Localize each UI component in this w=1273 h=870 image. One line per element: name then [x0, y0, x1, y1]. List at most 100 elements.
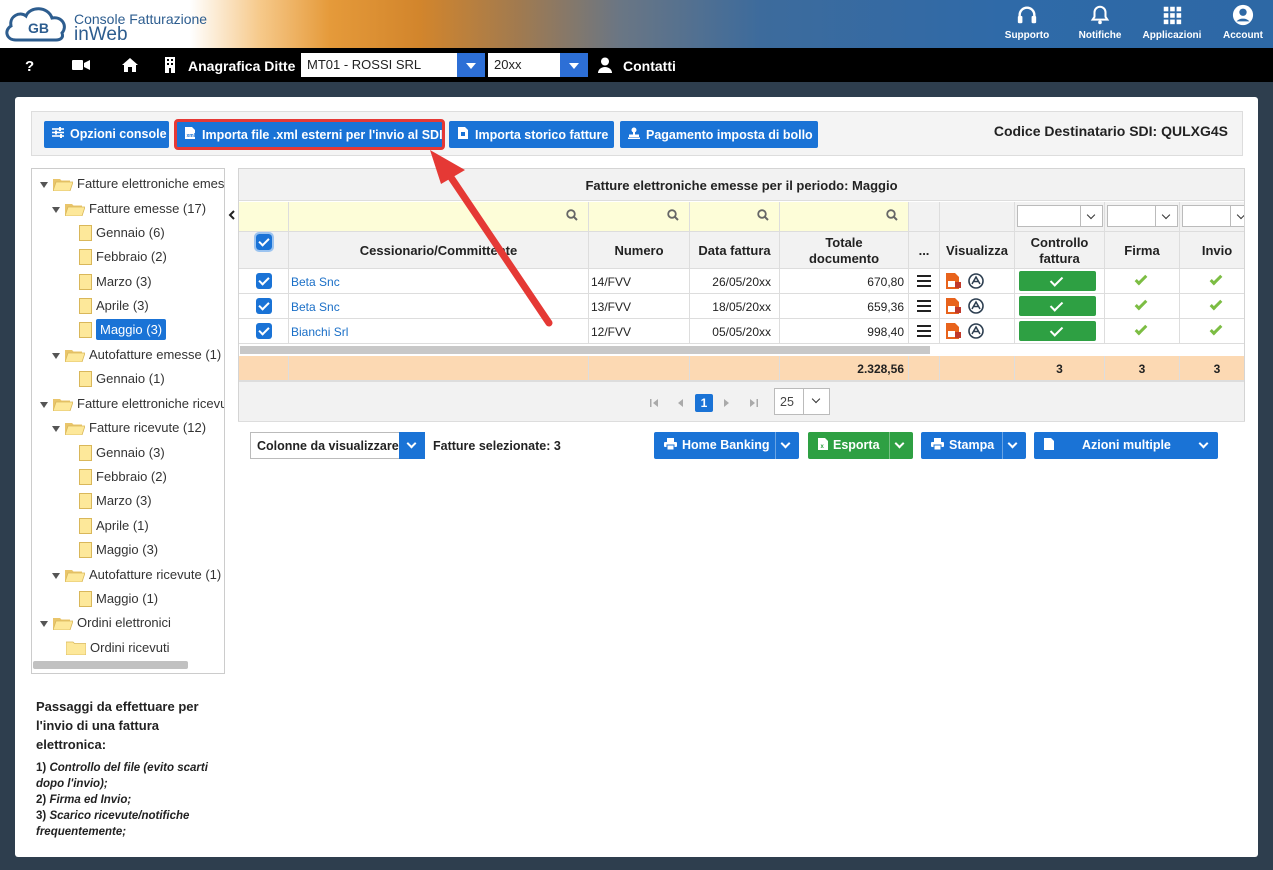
menu-icon[interactable]: [917, 325, 931, 337]
tree-node-emesse-marzo[interactable]: Marzo (3): [79, 273, 152, 296]
controllo-ok-button[interactable]: [1019, 321, 1096, 341]
tree-label: Autofatture emesse (1): [89, 347, 222, 362]
nav-bar: ? Anagrafica Ditte MT01 - ROSSI SRL 20xx…: [0, 48, 1273, 82]
row-cessionario[interactable]: Beta Snc: [289, 294, 589, 319]
instructions-box: Passaggi da effettuare per l'invio di un…: [36, 697, 226, 840]
tree-node-emesse-febbraio[interactable]: Febbraio (2): [79, 248, 167, 271]
signature-badge-icon[interactable]: [968, 298, 984, 314]
esporta-button[interactable]: x Esporta: [808, 432, 913, 459]
chevron-down-icon: [1230, 206, 1244, 226]
importa-storico-button[interactable]: Importa storico fatture: [449, 121, 614, 148]
header-data[interactable]: Data fattura: [690, 232, 780, 269]
importa-xml-button[interactable]: xml Importa file .xml esterni per l'invio…: [174, 119, 445, 150]
contatti-link[interactable]: Contatti: [623, 58, 676, 74]
collapse-tree-chevron-icon[interactable]: [228, 210, 236, 220]
menu-icon[interactable]: [917, 300, 931, 312]
pagamento-bollo-button[interactable]: Pagamento imposta di bollo: [620, 121, 818, 148]
header-firma[interactable]: Firma: [1105, 232, 1180, 269]
home-banking-button[interactable]: Home Banking: [654, 432, 799, 459]
tree-node-fatture-ricevute[interactable]: Fatture ricevute (12): [52, 420, 206, 442]
header-totale[interactable]: Totale documento: [780, 232, 909, 269]
row-checkbox[interactable]: [256, 298, 272, 314]
tree-node-ricevute-maggio[interactable]: Maggio (3): [79, 541, 158, 564]
tree-node-ordini-elettronici[interactable]: Ordini elettronici: [40, 615, 171, 637]
tree-node-fatture-emesse[interactable]: Fatture emesse (17): [52, 201, 206, 223]
tree-node-fatture-emesse-root[interactable]: Fatture elettroniche emesse: [40, 176, 224, 198]
applicazioni-button[interactable]: Applicazioni: [1137, 4, 1207, 46]
help-button[interactable]: ?: [25, 58, 34, 75]
first-page-icon[interactable]: [649, 398, 659, 408]
tree-node-ricevute-gennaio[interactable]: Gennaio (3): [79, 444, 165, 467]
row-cessionario[interactable]: Beta Snc: [289, 269, 589, 294]
controllo-ok-button[interactable]: [1019, 296, 1096, 316]
pdf-file-icon[interactable]: [945, 298, 961, 314]
row-controllo-cell: [1015, 269, 1105, 294]
colonne-select[interactable]: Colonne da visualizzare: [250, 432, 425, 459]
last-page-icon[interactable]: [749, 398, 759, 408]
tree-node-emesse-maggio[interactable]: Maggio (3): [79, 319, 167, 344]
opzioni-console-button[interactable]: Opzioni console: [44, 121, 169, 148]
tree-node-ricevute-febbraio[interactable]: Febbraio (2): [79, 468, 167, 491]
home-icon[interactable]: [121, 57, 139, 73]
tree-node-emesse-gennaio[interactable]: Gennaio (6): [79, 224, 165, 247]
notifiche-button[interactable]: Notifiche: [1065, 4, 1135, 46]
azioni-multiple-button[interactable]: Azioni multiple: [1034, 432, 1218, 459]
invio-filter-combo[interactable]: [1182, 205, 1244, 227]
year-select-dropdown-button[interactable]: [560, 53, 588, 77]
tree-node-ricevute-aprile[interactable]: Aprile (1): [79, 517, 149, 540]
filter-totale[interactable]: [780, 202, 909, 232]
page-size-select[interactable]: 25: [774, 388, 830, 415]
video-camera-icon[interactable]: [72, 59, 90, 71]
header-controllo[interactable]: Controllo fattura: [1015, 232, 1105, 269]
controllo-filter-combo[interactable]: [1017, 205, 1103, 227]
page-1-button[interactable]: 1: [695, 394, 713, 412]
header-more: ...: [909, 232, 940, 269]
tree-node-ricevute-marzo[interactable]: Marzo (3): [79, 492, 152, 515]
cessionario-link[interactable]: Beta Snc: [291, 275, 340, 289]
header-cessionario[interactable]: Cessionario/Committente: [289, 232, 589, 269]
tree-node-autofatture-emesse[interactable]: Autofatture emesse (1): [52, 347, 221, 369]
grid-horizontal-scrollbar[interactable]: [240, 346, 930, 354]
company-select-dropdown-button[interactable]: [457, 53, 485, 77]
tree-node-emesse-aprile[interactable]: Aprile (3): [79, 297, 149, 320]
signature-badge-icon[interactable]: [968, 273, 984, 289]
stampa-button[interactable]: Stampa: [921, 432, 1026, 459]
next-page-icon[interactable]: [723, 398, 731, 408]
pdf-file-icon[interactable]: [945, 323, 961, 339]
tree-node-fatture-ricevute-root[interactable]: Fatture elettroniche ricevute: [40, 396, 224, 418]
row-cessionario[interactable]: Bianchi Srl: [289, 319, 589, 344]
account-button[interactable]: Account: [1208, 4, 1273, 46]
prev-page-icon[interactable]: [676, 398, 684, 408]
tree-label: Aprile (3): [96, 298, 149, 313]
tree-node-autofatture-ricevute-maggio[interactable]: Maggio (1): [79, 590, 158, 613]
chevron-down-icon: [1155, 206, 1177, 226]
header-invio[interactable]: Invio: [1180, 232, 1244, 269]
company-select[interactable]: MT01 - ROSSI SRL: [301, 53, 457, 77]
filter-data[interactable]: [690, 202, 780, 232]
select-all-checkbox[interactable]: [254, 232, 274, 252]
pdf-file-icon[interactable]: [945, 273, 961, 289]
row-totale: 998,40: [780, 319, 909, 344]
tree-label: Febbraio (2): [96, 249, 167, 264]
cessionario-link[interactable]: Bianchi Srl: [291, 325, 348, 339]
tree-node-autofatture-ricevute[interactable]: Autofatture ricevute (1): [52, 567, 221, 589]
controllo-ok-button[interactable]: [1019, 271, 1096, 291]
check-icon: [1134, 297, 1148, 311]
filter-cessionario[interactable]: [289, 202, 589, 232]
filter-numero[interactable]: [589, 202, 690, 232]
row-checkbox[interactable]: [256, 323, 272, 339]
tree-node-ordini-ricevuti[interactable]: Ordini ricevuti: [66, 640, 169, 662]
firma-filter-combo[interactable]: [1107, 205, 1178, 227]
signature-badge-icon[interactable]: [968, 323, 984, 339]
tree-node-autofatture-emesse-gennaio[interactable]: Gennaio (1): [79, 370, 165, 393]
home-banking-label: Home Banking: [682, 438, 770, 452]
tree-horizontal-scrollbar[interactable]: [33, 661, 188, 669]
cessionario-link[interactable]: Beta Snc: [291, 300, 340, 314]
row-checkbox[interactable]: [256, 273, 272, 289]
anagrafica-ditte-link[interactable]: Anagrafica Ditte: [188, 58, 295, 74]
menu-icon[interactable]: [917, 275, 931, 287]
year-select[interactable]: 20xx: [488, 53, 560, 77]
supporto-button[interactable]: Supporto: [992, 4, 1062, 46]
tree-label: Aprile (1): [96, 518, 149, 533]
header-numero[interactable]: Numero: [589, 232, 690, 269]
